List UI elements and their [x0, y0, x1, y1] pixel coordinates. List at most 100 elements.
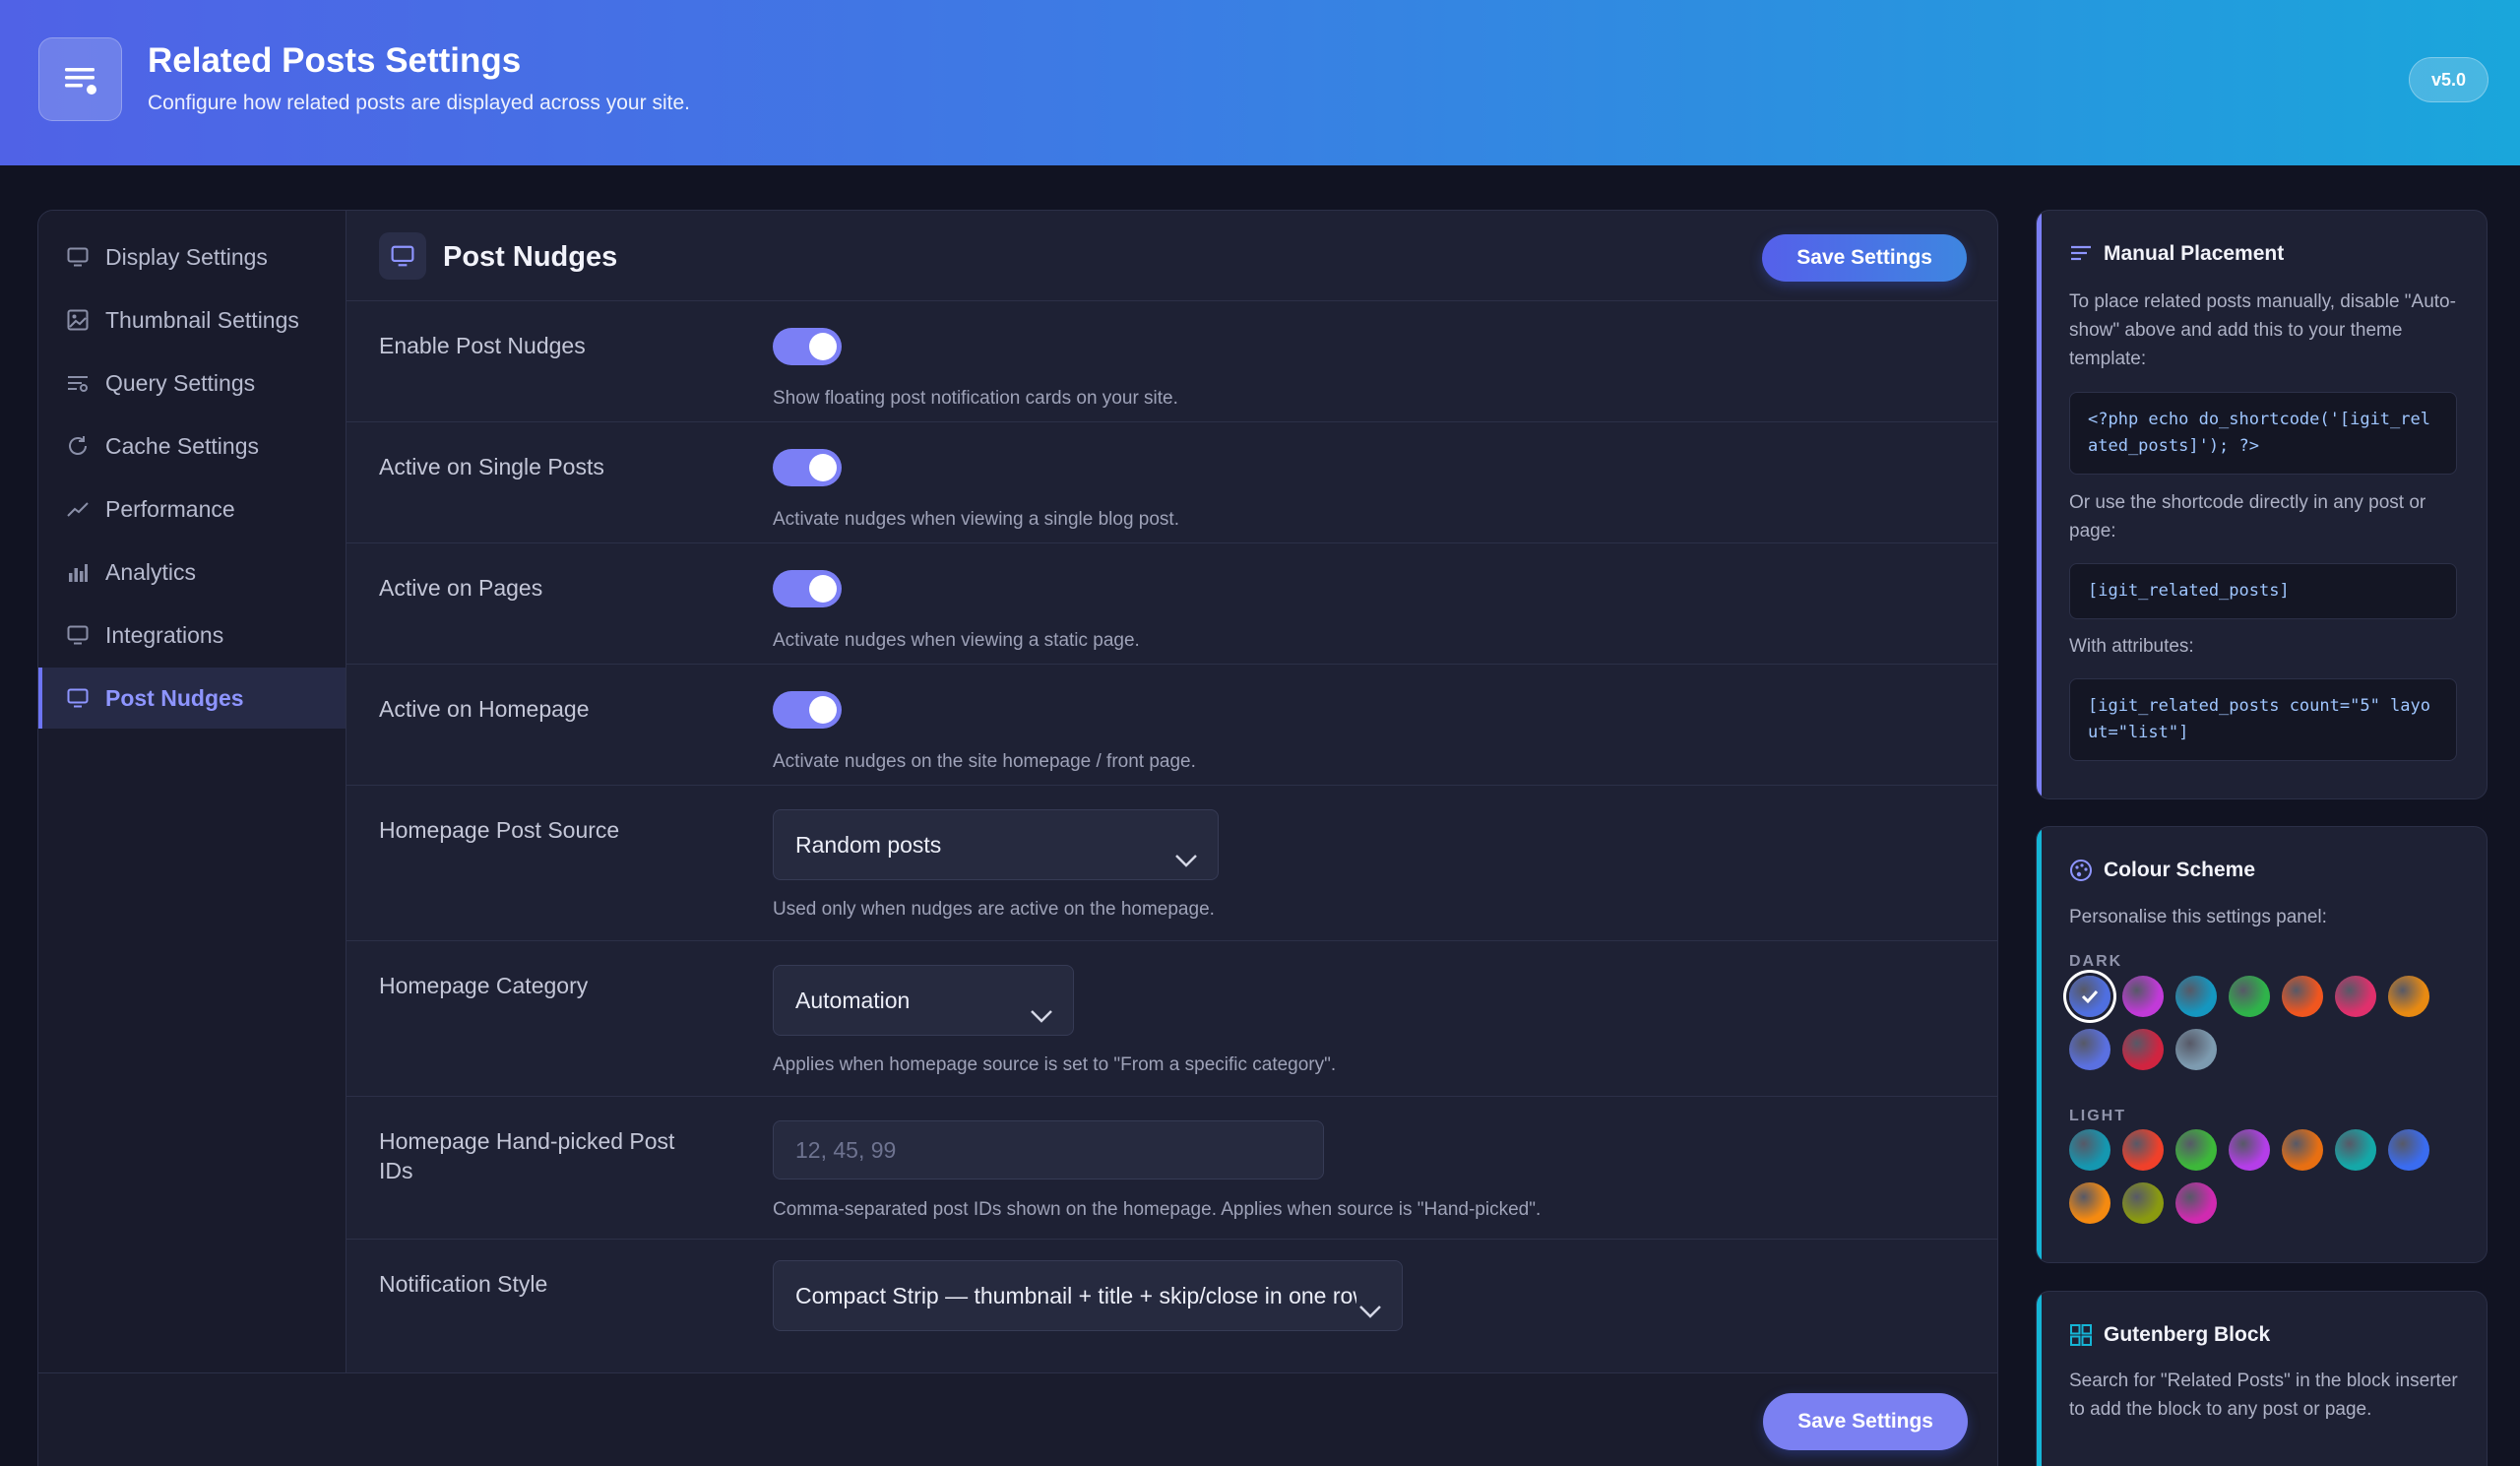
text-lines-icon	[2069, 242, 2093, 266]
chevron-down-icon	[1028, 988, 1055, 1023]
colour-swatch[interactable]	[2069, 976, 2110, 1017]
monitor-icon	[379, 232, 426, 280]
sidebar-item-post-nudges[interactable]: Post Nudges	[38, 668, 346, 729]
save-settings-button[interactable]: Save Settings	[1762, 234, 1967, 282]
colour-swatch[interactable]	[2122, 1029, 2164, 1070]
sidebar-item-label: Post Nudges	[105, 684, 244, 711]
sidebar-item-label: Performance	[105, 495, 235, 522]
enable-post-nudges-toggle[interactable]	[773, 328, 842, 365]
sidebar-item-analytics[interactable]: Analytics	[38, 542, 346, 603]
colour-swatch[interactable]	[2175, 1129, 2217, 1171]
sidebar-item-label: Cache Settings	[105, 432, 259, 459]
footer-save-settings-button[interactable]: Save Settings	[1763, 1393, 1968, 1450]
select-value: Random posts	[795, 832, 942, 858]
setting-label: Notification Style	[379, 1271, 548, 1297]
select-value: Automation	[795, 988, 911, 1013]
setting-row-handpicked-ids: Homepage Hand-picked Post IDs 12, 45, 99…	[346, 1097, 1997, 1240]
colour-swatch[interactable]	[2282, 1129, 2323, 1171]
setting-label: Homepage Post Source	[379, 817, 620, 843]
grid-icon	[2069, 1323, 2093, 1347]
monitor-icon	[66, 623, 90, 647]
sidebar-item-label: Analytics	[105, 558, 197, 585]
setting-label: Active on Single Posts	[379, 454, 604, 479]
setting-row-homepage-category: Homepage Category Automation Applies whe…	[346, 941, 1997, 1097]
chevron-down-icon	[1356, 1283, 1384, 1318]
settings-footer: Save Settings	[38, 1372, 1997, 1466]
setting-row-homepage-post-source: Homepage Post Source Random posts Used o…	[346, 786, 1997, 941]
colour-swatch[interactable]	[2069, 1129, 2110, 1171]
page-title: Related Posts Settings	[148, 41, 522, 80]
setting-help: Comma-separated post IDs shown on the ho…	[773, 1199, 1542, 1220]
setting-label: Enable Post Nudges	[379, 333, 586, 358]
colour-swatch[interactable]	[2388, 1129, 2429, 1171]
colour-swatch[interactable]	[2122, 1182, 2164, 1224]
shortcode-snippet[interactable]: [igit_related_posts]	[2069, 563, 2457, 619]
settings-panel: Display Settings Thumbnail Settings Quer…	[37, 210, 1998, 1466]
colour-swatch[interactable]	[2335, 1129, 2376, 1171]
colour-swatch[interactable]	[2069, 1182, 2110, 1224]
setting-row-notification-style: Notification Style Compact Strip — thumb…	[346, 1240, 1997, 1372]
colour-swatch[interactable]	[2388, 976, 2429, 1017]
colour-swatch[interactable]	[2069, 1029, 2110, 1070]
sidebar-item-integrations[interactable]: Integrations	[38, 605, 346, 666]
card-title: Colour Scheme	[2104, 859, 2256, 881]
colour-swatch[interactable]	[2122, 1129, 2164, 1171]
sidebar-item-label: Thumbnail Settings	[105, 306, 299, 333]
refresh-icon	[66, 434, 90, 458]
sidebar-item-label: Display Settings	[105, 243, 268, 270]
filter-list-icon	[66, 371, 90, 395]
colour-swatch[interactable]	[2282, 976, 2323, 1017]
setting-help: Applies when homepage source is set to "…	[773, 1054, 1337, 1075]
setting-help: Show floating post notification cards on…	[773, 388, 1178, 409]
colour-swatch[interactable]	[2335, 976, 2376, 1017]
setting-row-active-homepage: Active on Homepage Activate nudges on th…	[346, 665, 1997, 786]
page-header: Related Posts Settings Configure how rel…	[0, 0, 2520, 165]
colour-swatch[interactable]	[2175, 1029, 2217, 1070]
card-text: To place related posts manually, disable…	[2069, 291, 2456, 369]
colour-swatch[interactable]	[2229, 976, 2270, 1017]
shortcode-attributes-snippet[interactable]: [igit_related_posts count="5" layout="li…	[2069, 678, 2457, 761]
monitor-icon	[66, 686, 90, 710]
sidebar-item-label: Integrations	[105, 621, 224, 648]
setting-label: Active on Homepage	[379, 696, 590, 722]
setting-help: Used only when nudges are active on the …	[773, 899, 1215, 920]
setting-help: Activate nudges when viewing a static pa…	[773, 630, 1140, 651]
colour-swatch[interactable]	[2175, 976, 2217, 1017]
active-homepage-toggle[interactable]	[773, 691, 842, 729]
sidebar-item-thumbnail-settings[interactable]: Thumbnail Settings	[38, 289, 346, 351]
php-code-snippet[interactable]: <?php echo do_shortcode('[igit_related_p…	[2069, 392, 2457, 475]
chevron-down-icon	[1172, 832, 1200, 867]
sidebar-item-display-settings[interactable]: Display Settings	[38, 226, 346, 287]
image-icon	[66, 308, 90, 332]
page-subtitle: Configure how related posts are displaye…	[148, 92, 690, 114]
sidebar-item-query-settings[interactable]: Query Settings	[38, 352, 346, 414]
section-title: Post Nudges	[443, 241, 618, 273]
colour-swatch[interactable]	[2229, 1129, 2270, 1171]
gutenberg-block-card: Gutenberg Block Search for "Related Post…	[2036, 1291, 2488, 1466]
setting-row-active-pages: Active on Pages Activate nudges when vie…	[346, 543, 1997, 665]
sidebar-item-cache-settings[interactable]: Cache Settings	[38, 415, 346, 477]
section-header: Post Nudges Save Settings	[346, 211, 1997, 301]
handpicked-ids-input[interactable]: 12, 45, 99	[773, 1120, 1324, 1179]
settings-sidebar: Display Settings Thumbnail Settings Quer…	[38, 211, 346, 1372]
manual-placement-card: Manual Placement To place related posts …	[2036, 210, 2488, 799]
select-value: Compact Strip — thumbnail + title + skip…	[795, 1283, 1369, 1308]
active-single-posts-toggle[interactable]	[773, 449, 842, 486]
card-text: Or use the shortcode directly in any pos…	[2069, 492, 2426, 542]
homepage-category-select[interactable]: Automation	[773, 965, 1074, 1036]
card-text: Personalise this settings panel:	[2069, 907, 2327, 927]
sidebar-item-label: Query Settings	[105, 369, 256, 396]
setting-help: Activate nudges on the site homepage / f…	[773, 751, 1196, 772]
colour-swatch[interactable]	[2122, 976, 2164, 1017]
homepage-post-source-select[interactable]: Random posts	[773, 809, 1219, 880]
setting-label: Active on Pages	[379, 575, 543, 601]
settings-content: Post Nudges Save Settings Enable Post Nu…	[346, 211, 1997, 1372]
active-pages-toggle[interactable]	[773, 570, 842, 607]
colour-swatch[interactable]	[2175, 1182, 2217, 1224]
setting-help: Activate nudges when viewing a single bl…	[773, 509, 1179, 530]
card-title: Gutenberg Block	[2104, 1323, 2271, 1346]
setting-label: Homepage Hand-picked Post IDs	[379, 1128, 675, 1183]
sidebar-item-performance[interactable]: Performance	[38, 478, 346, 540]
settings-logo-icon	[38, 37, 122, 121]
notification-style-select[interactable]: Compact Strip — thumbnail + title + skip…	[773, 1260, 1403, 1331]
